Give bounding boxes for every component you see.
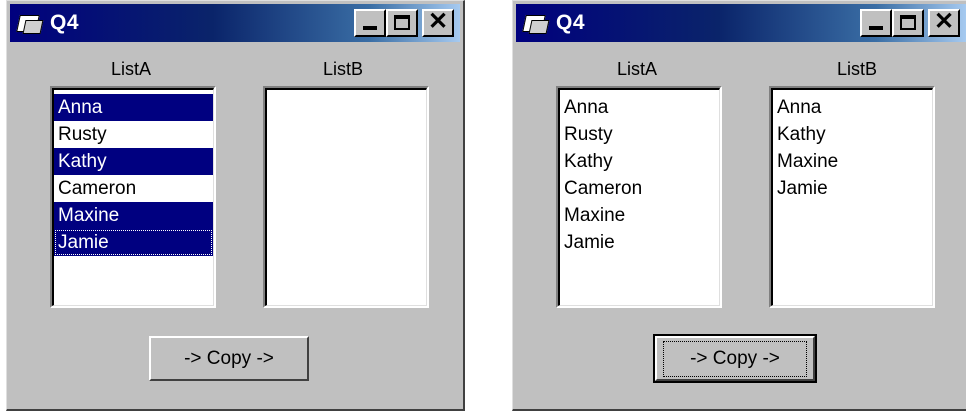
list-a[interactable]: Anna Rusty Kathy Cameron Maxine Jamie (556, 86, 722, 308)
list-item[interactable]: Jamie (54, 229, 213, 256)
maximize-button[interactable] (892, 9, 924, 37)
form-window-after: Q4 ✕ ListA ListB Anna Rusty Kathy Camero… (512, 0, 966, 411)
form-window-before: Q4 ✕ ListA ListB Anna Rusty Kathy Camero… (6, 0, 465, 411)
list-item[interactable]: Jamie (560, 229, 719, 256)
list-item[interactable]: Cameron (54, 175, 213, 202)
list-item[interactable]: Cameron (560, 175, 719, 202)
list-item[interactable]: Rusty (54, 121, 213, 148)
close-icon: ✕ (933, 8, 955, 35)
minimize-icon (869, 26, 883, 30)
list-b[interactable] (263, 86, 429, 308)
window-controls: ✕ (860, 9, 960, 37)
window-title: Q4 (50, 11, 80, 34)
maximize-icon (394, 15, 410, 30)
close-button[interactable]: ✕ (928, 9, 960, 37)
form-icon[interactable] (16, 12, 44, 34)
list-item[interactable]: Kathy (560, 148, 719, 175)
list-item[interactable]: Rusty (560, 121, 719, 148)
list-b[interactable]: Anna Kathy Maxine Jamie (769, 86, 935, 308)
list-item[interactable]: Kathy (773, 121, 932, 148)
list-item[interactable]: Maxine (773, 148, 932, 175)
maximize-icon (900, 15, 916, 30)
window-controls: ✕ (354, 9, 454, 37)
list-item[interactable]: Anna (560, 94, 719, 121)
close-icon: ✕ (427, 8, 449, 35)
copy-button[interactable]: -> Copy -> (653, 334, 817, 383)
list-item[interactable]: Anna (54, 94, 213, 121)
window-title: Q4 (556, 11, 586, 34)
list-a-label: ListA (110, 59, 152, 79)
list-item[interactable]: Maxine (560, 202, 719, 229)
list-item[interactable]: Kathy (54, 148, 213, 175)
list-item[interactable]: Jamie (773, 175, 932, 202)
title-bar[interactable]: Q4 ✕ (10, 4, 460, 42)
list-a[interactable]: Anna Rusty Kathy Cameron Maxine Jamie (50, 86, 216, 308)
close-button[interactable]: ✕ (422, 9, 454, 37)
title-bar[interactable]: Q4 ✕ (516, 4, 966, 42)
maximize-button[interactable] (386, 9, 418, 37)
form-icon[interactable] (522, 12, 550, 34)
minimize-button[interactable] (354, 9, 386, 37)
minimize-icon (363, 26, 377, 30)
copy-button-label: -> Copy -> (184, 347, 274, 369)
copy-button[interactable]: -> Copy -> (149, 336, 309, 381)
list-a-label: ListA (616, 59, 658, 79)
list-b-label: ListB (322, 59, 364, 79)
copy-button-label: -> Copy -> (663, 340, 807, 377)
list-item[interactable]: Anna (773, 94, 932, 121)
list-item[interactable]: Maxine (54, 202, 213, 229)
list-b-label: ListB (836, 59, 878, 79)
minimize-button[interactable] (860, 9, 892, 37)
